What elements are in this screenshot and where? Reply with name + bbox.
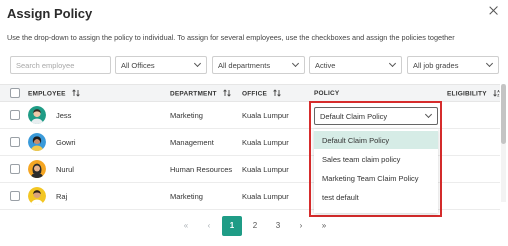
employee-office: Kuala Lumpur xyxy=(242,165,289,174)
page-button-1[interactable]: 1 xyxy=(222,216,242,236)
chevron-down-icon xyxy=(485,59,494,68)
employee-name: Raj xyxy=(56,192,68,201)
job-grade-filter-value: All job grades xyxy=(413,61,459,70)
department-filter-select[interactable]: All departments xyxy=(212,56,305,74)
search-input[interactable]: Search employee xyxy=(10,56,111,74)
svg-text:Z: Z xyxy=(497,94,499,97)
column-department[interactable]: DEPARTMENT xyxy=(170,89,231,98)
policy-option[interactable]: Sales team claim policy xyxy=(314,150,438,168)
policy-select[interactable]: Default Claim Policy xyxy=(314,107,438,125)
first-page-button[interactable]: « xyxy=(176,216,196,236)
policy-option[interactable]: test default xyxy=(314,188,438,206)
dialog-title: Assign Policy xyxy=(7,6,93,21)
avatar xyxy=(28,160,46,178)
last-page-button[interactable]: » xyxy=(314,216,334,236)
sort-az-icon[interactable]: AZ xyxy=(492,89,501,97)
select-all-checkbox[interactable] xyxy=(10,88,20,98)
employee-office: Kuala Lumpur xyxy=(242,192,289,201)
policy-options-menu: Default Claim Policy Sales team claim po… xyxy=(314,129,438,213)
employee-office: Kuala Lumpur xyxy=(242,138,289,147)
sort-icon[interactable] xyxy=(72,89,80,97)
row-checkbox[interactable] xyxy=(10,110,20,120)
row-checkbox[interactable] xyxy=(10,191,20,201)
employee-department: Management xyxy=(170,138,214,147)
table-header: EMPLOYEE DEPARTMENT OFFICE POLICY ELIGIB… xyxy=(0,84,500,102)
dialog-subtitle: Use the drop-down to assign the policy t… xyxy=(7,33,455,42)
chevron-down-icon xyxy=(291,59,300,68)
chevron-down-icon xyxy=(193,59,202,68)
status-filter-value: Active xyxy=(315,61,336,70)
office-filter-value: All Offices xyxy=(121,61,155,70)
policy-option[interactable]: Default Claim Policy xyxy=(314,131,438,149)
column-policy: POLICY xyxy=(314,90,340,97)
sort-icon[interactable] xyxy=(222,89,231,97)
column-office[interactable]: OFFICE xyxy=(242,89,281,98)
policy-select-value: Default Claim Policy xyxy=(320,112,388,121)
employee-name: Gowri xyxy=(56,138,76,147)
avatar xyxy=(28,187,46,205)
close-icon[interactable] xyxy=(487,4,501,18)
policy-option[interactable]: Marketing Team Claim Policy xyxy=(314,169,438,187)
table-scrollbar-thumb[interactable] xyxy=(501,84,506,144)
column-employee-label: EMPLOYEE xyxy=(28,90,66,98)
employee-department: Marketing xyxy=(170,111,203,120)
employee-name: Jess xyxy=(56,111,72,120)
job-grade-filter-select[interactable]: All job grades xyxy=(407,56,499,74)
page-button-2[interactable]: 2 xyxy=(245,216,265,236)
previous-page-button[interactable]: ‹ xyxy=(199,216,219,236)
avatar xyxy=(28,106,46,124)
column-department-label: DEPARTMENT xyxy=(170,90,217,98)
avatar xyxy=(28,133,46,151)
employee-name: Nurul xyxy=(56,165,74,174)
status-filter-select[interactable]: Active xyxy=(309,56,402,74)
row-checkbox[interactable] xyxy=(10,137,20,147)
column-employee[interactable]: EMPLOYEE xyxy=(28,89,80,98)
employee-office: Kuala Lumpur xyxy=(242,111,289,120)
assign-policy-dialog: Assign Policy Use the drop-down to assig… xyxy=(0,0,508,246)
employee-department: Human Resources xyxy=(170,165,233,174)
chevron-down-icon xyxy=(424,110,433,119)
next-page-button[interactable]: › xyxy=(291,216,311,236)
column-eligibility[interactable]: ELIGIBILITY AZ xyxy=(447,90,501,98)
column-office-label: OFFICE xyxy=(242,90,268,98)
sort-icon[interactable] xyxy=(273,89,281,97)
column-eligibility-label: ELIGIBILITY xyxy=(447,90,487,98)
row-checkbox[interactable] xyxy=(10,164,20,174)
office-filter-select[interactable]: All Offices xyxy=(115,56,207,74)
page-button-3[interactable]: 3 xyxy=(268,216,288,236)
employee-department: Marketing xyxy=(170,192,203,201)
department-filter-value: All departments xyxy=(218,61,271,70)
pagination: « ‹ 1 2 3 › » xyxy=(0,216,508,236)
chevron-down-icon xyxy=(388,59,397,68)
